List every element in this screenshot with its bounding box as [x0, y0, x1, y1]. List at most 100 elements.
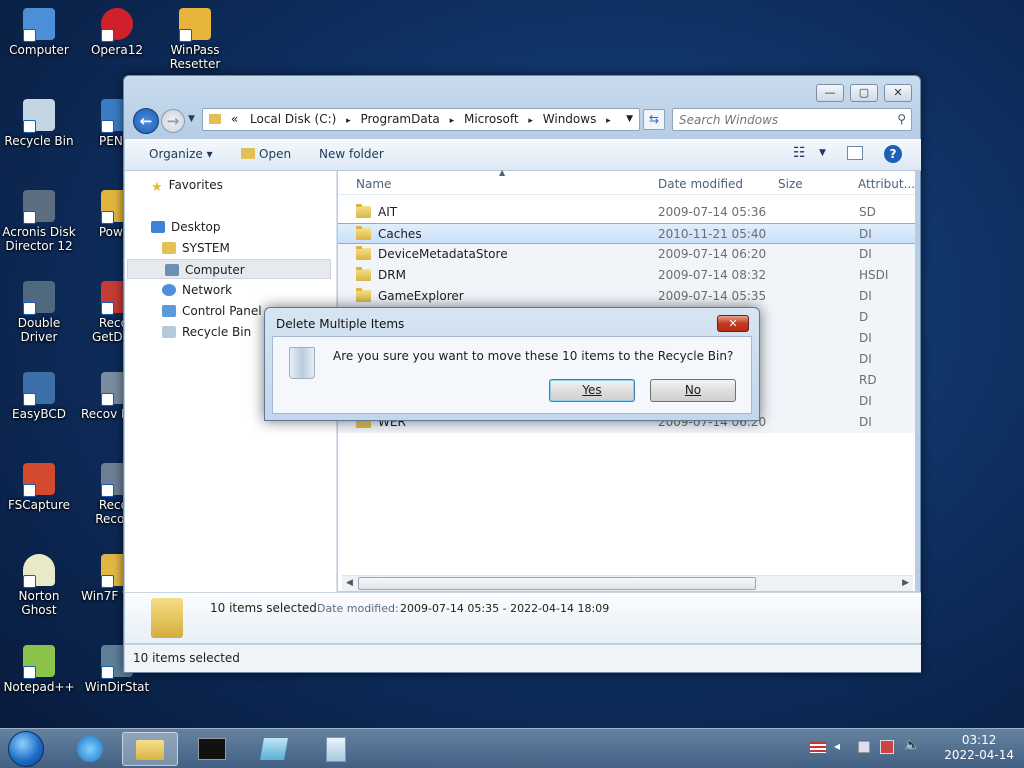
column-header-size[interactable]: Size — [778, 177, 803, 191]
breadcrumb-microsoft[interactable]: Microsoft — [464, 109, 519, 130]
dialog-close-button[interactable]: ✕ — [717, 315, 749, 332]
nav-label: Desktop — [171, 220, 221, 234]
taskbar-ie[interactable] — [62, 732, 118, 766]
nav-computer[interactable]: Computer — [127, 259, 331, 279]
details-count: 10 items selected — [210, 601, 317, 615]
folder-icon — [136, 740, 164, 760]
breadcrumb-separator[interactable]: ▸ — [528, 111, 533, 130]
nav-label: SYSTEM — [182, 241, 230, 255]
back-button[interactable]: ← — [133, 108, 159, 134]
nav-system[interactable]: SYSTEM — [125, 238, 337, 258]
folder-icon — [209, 114, 221, 124]
desktop-icon-fscapture[interactable]: FSCapture — [0, 463, 78, 512]
nav-label: Favorites — [168, 178, 223, 192]
open-button-label: Open — [259, 147, 292, 161]
calculator-icon — [326, 737, 346, 762]
recent-pages-dropdown-icon[interactable]: ▼ — [188, 114, 195, 124]
row-attributes: DI — [859, 352, 872, 366]
globe-icon — [77, 736, 103, 762]
address-bar[interactable]: « Local Disk (C:) ▸ ProgramData ▸ Micros… — [202, 108, 640, 131]
minimize-button[interactable]: — — [816, 84, 844, 102]
nav-label: Computer — [185, 263, 245, 277]
row-date: 2009-07-14 05:36 — [658, 205, 767, 219]
preview-pane-icon[interactable] — [847, 146, 863, 160]
breadcrumb-overflow[interactable]: « — [231, 109, 238, 130]
table-row[interactable]: AIT 2009-07-14 05:36 SD — [338, 202, 915, 223]
folder-open-icon — [241, 148, 255, 159]
nav-label: Network — [182, 283, 233, 297]
clock-time: 03:12 — [961, 733, 997, 747]
breadcrumb-separator[interactable]: ▸ — [606, 111, 611, 130]
details-date-range: 2009-07-14 05:35 - 2022-04-14 18:09 — [400, 602, 610, 615]
opera-icon — [101, 8, 133, 42]
desktop-icon-label: Computer — [9, 43, 69, 57]
column-header-attributes[interactable]: Attribut... — [858, 177, 915, 191]
capture-icon — [23, 463, 55, 497]
help-icon[interactable]: ? — [884, 145, 902, 163]
taskbar-explorer[interactable] — [122, 732, 178, 766]
organize-button[interactable]: Organize ▾ — [149, 147, 213, 161]
scroll-left-icon[interactable]: ◀ — [346, 578, 353, 588]
desktop-icon-norton-ghost[interactable]: Norton Ghost — [0, 554, 78, 617]
forward-button[interactable]: → — [161, 109, 185, 133]
open-button[interactable]: Open — [241, 147, 291, 161]
desktop-icon-notepadpp[interactable]: Notepad++ — [0, 645, 78, 694]
close-window-button[interactable]: ✕ — [884, 84, 912, 102]
horizontal-scrollbar[interactable]: ◀ ▶ — [342, 575, 913, 591]
desktop-icon-easybcd[interactable]: EasyBCD — [0, 372, 78, 421]
view-dropdown-icon[interactable]: ▼ — [819, 148, 826, 158]
maximize-button[interactable]: ▢ — [850, 84, 878, 102]
view-options-icon[interactable]: ☷ — [793, 145, 806, 161]
address-dropdown-icon[interactable]: ▼ — [626, 109, 633, 130]
breadcrumb-local-disk[interactable]: Local Disk (C:) — [250, 109, 336, 130]
nav-favorites[interactable]: ★ Favorites — [125, 175, 337, 195]
desktop-icon-double-driver[interactable]: Double Driver — [0, 281, 78, 344]
scroll-right-icon[interactable]: ▶ — [902, 578, 909, 588]
new-folder-button[interactable]: New folder — [319, 147, 384, 161]
breadcrumb-separator[interactable]: ▸ — [450, 111, 455, 130]
sort-arrow-icon: ▲ — [499, 168, 506, 177]
search-icon[interactable]: ⚲ — [897, 112, 906, 126]
table-row[interactable]: Caches 2010-11-21 05:40 DI — [338, 223, 915, 244]
table-row[interactable]: GameExplorer 2009-07-14 05:35 DI — [338, 286, 915, 307]
breadcrumb-separator[interactable]: ▸ — [346, 111, 351, 130]
table-row[interactable]: DRM 2009-07-14 08:32 HSDI — [338, 265, 915, 286]
search-box[interactable]: ⚲ — [672, 108, 912, 131]
desktop-icon-opera[interactable]: Opera12 — [78, 8, 156, 57]
search-input[interactable] — [673, 109, 883, 130]
nav-network[interactable]: Network — [125, 280, 337, 300]
breadcrumb-windows[interactable]: Windows — [543, 109, 597, 130]
desktop-icon-acronis[interactable]: Acronis Disk Director 12 — [0, 190, 78, 253]
folder-icon — [356, 288, 371, 302]
column-header-name[interactable]: Name — [356, 177, 391, 191]
row-name: GameExplorer — [378, 289, 464, 303]
yes-button[interactable]: Yes — [549, 379, 635, 402]
desktop-icon-computer[interactable]: Computer — [0, 8, 78, 57]
language-flag-icon[interactable] — [810, 742, 826, 753]
no-button[interactable]: No — [650, 379, 736, 402]
start-button[interactable] — [8, 731, 44, 767]
table-row[interactable]: DeviceMetadataStore 2009-07-14 06:20 DI — [338, 244, 915, 265]
row-attributes: SD — [859, 205, 876, 219]
taskbar-app[interactable] — [246, 732, 302, 766]
column-headers: Name ▲ Date modified Size Attribut... — [338, 168, 915, 195]
scroll-thumb[interactable] — [358, 577, 756, 590]
refresh-button[interactable]: ⇆ — [643, 109, 665, 130]
tray-arrow-icon[interactable] — [858, 741, 870, 753]
network-icon[interactable] — [880, 740, 894, 754]
volume-muted-icon[interactable]: 🔈 — [904, 738, 920, 753]
notification-icon[interactable]: ◂ — [834, 739, 840, 753]
taskbar-cmd[interactable] — [184, 732, 240, 766]
desktop-icon-label: WinPass Resetter — [169, 43, 221, 71]
taskbar-calculator[interactable] — [308, 732, 364, 766]
clock[interactable]: 03:12 2022-04-14 — [944, 733, 1014, 763]
column-header-date[interactable]: Date modified — [658, 177, 743, 191]
breadcrumb-programdata[interactable]: ProgramData — [360, 109, 439, 130]
driver-icon — [23, 281, 55, 315]
desktop-icon-recycle-bin[interactable]: Recycle Bin — [0, 99, 78, 148]
nav-desktop[interactable]: Desktop — [125, 217, 337, 237]
desktop-icon-winpass[interactable]: WinPass Resetter — [156, 8, 234, 71]
nav-label: Recycle Bin — [182, 325, 252, 339]
desktop-icon-label: Acronis Disk Director 12 — [2, 225, 76, 253]
row-attributes: DI — [859, 227, 872, 241]
